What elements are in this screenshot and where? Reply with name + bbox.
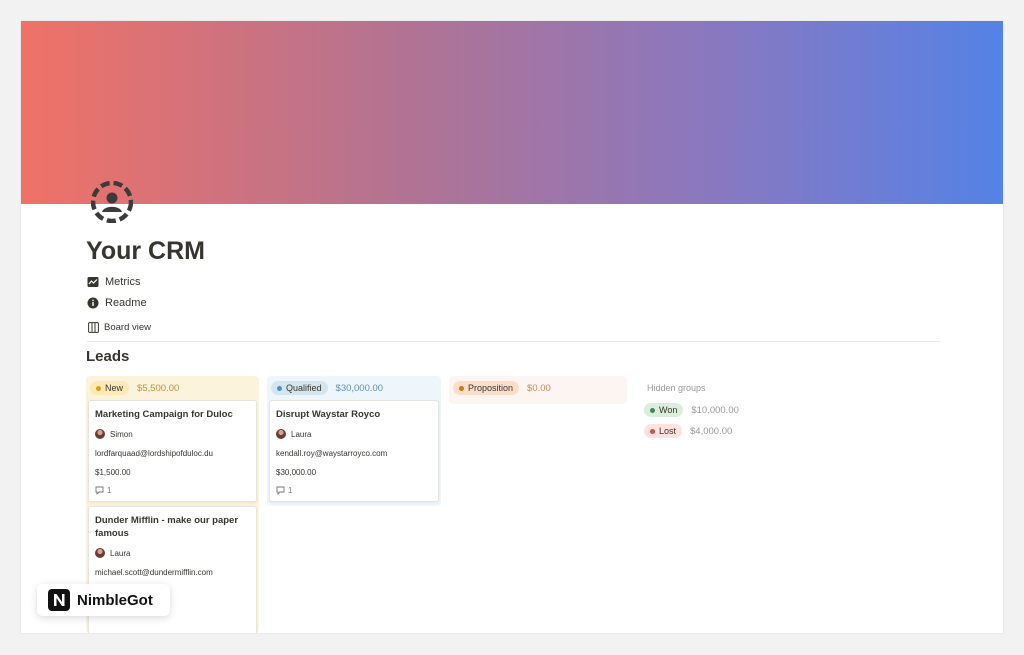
board-column-proposition: Proposition $0.00 <box>449 376 627 404</box>
card-amount: $1,500.00 <box>95 468 131 477</box>
card-title: Dunder Mifflin - make our paper famous <box>95 515 239 539</box>
status-badge: Won <box>644 403 684 417</box>
card-owner: Simon <box>95 429 250 439</box>
status-badge: Proposition <box>453 381 520 395</box>
lead-card[interactable]: Marketing Campaign for Duloc Simon lordf… <box>88 400 257 502</box>
status-dot <box>650 407 655 413</box>
brand-badge[interactable]: NimbleGot <box>37 584 170 616</box>
user-circle-icon[interactable] <box>90 180 134 224</box>
card-title: Disrupt Waystar Royco <box>276 409 381 420</box>
avatar <box>95 429 105 439</box>
hidden-group-lost[interactable]: Lost $4,000.00 <box>644 424 732 438</box>
page-title: Your CRM <box>86 237 205 265</box>
tab-label: Board view <box>104 322 151 333</box>
status-label: New <box>105 383 124 393</box>
card-email: lordfarquaad@lordshipofduloc.du <box>95 449 213 458</box>
card-amount: $30,000.00 <box>276 468 317 477</box>
lead-card[interactable]: Disrupt Waystar Royco Laura kendall.roy@… <box>269 400 439 502</box>
comment-count: 1 <box>107 486 112 495</box>
column-sum: $0.00 <box>527 382 551 394</box>
owner-name: Simon <box>110 429 133 439</box>
card-email: michael.scott@dundermifflin.com <box>95 568 213 577</box>
status-badge: New <box>90 381 130 395</box>
status-label: Qualified <box>286 383 322 393</box>
status-dot <box>459 385 464 391</box>
status-dot <box>650 428 655 434</box>
status-label: Lost <box>659 426 677 436</box>
status-dot <box>96 385 101 391</box>
link-label: Readme <box>105 297 147 309</box>
hidden-group-won[interactable]: Won $10,000.00 <box>644 403 739 417</box>
board-icon <box>88 322 99 333</box>
database-title[interactable]: Leads <box>86 348 129 365</box>
brand-name: NimbleGot <box>77 591 153 609</box>
n-logo-icon <box>48 589 70 611</box>
column-sum: $5,500.00 <box>137 382 180 394</box>
card-owner: Laura <box>95 548 250 558</box>
column-header[interactable]: Qualified $30,000.00 <box>267 376 441 400</box>
tab-board-view[interactable]: Board view <box>88 322 151 333</box>
link-metrics[interactable]: Metrics <box>87 276 140 288</box>
board-column-qualified: Qualified $30,000.00 Disrupt Waystar Roy… <box>267 376 441 506</box>
link-label: Metrics <box>105 276 141 288</box>
comment-icon <box>95 486 104 495</box>
card-comments[interactable]: 1 <box>95 486 250 495</box>
link-readme[interactable]: Readme <box>87 297 147 309</box>
divider <box>87 341 940 342</box>
owner-name: Laura <box>291 429 312 439</box>
card-email: kendall.roy@waystarroyco.com <box>276 449 388 458</box>
status-dot <box>277 385 282 391</box>
chart-icon <box>87 277 99 287</box>
column-header[interactable]: Proposition $0.00 <box>449 376 627 400</box>
card-owner: Laura <box>276 429 432 439</box>
page-frame: Your CRM Metrics Readme Board view Leads <box>21 21 1003 633</box>
column-sum: $30,000.00 <box>335 382 384 394</box>
status-label: Won <box>659 405 678 415</box>
group-sum: $10,000.00 <box>691 404 739 416</box>
group-sum: $4,000.00 <box>690 425 733 437</box>
avatar <box>95 548 105 558</box>
hidden-groups-title: Hidden groups <box>647 383 706 393</box>
card-title: Marketing Campaign for Duloc <box>95 409 233 420</box>
page-cover[interactable] <box>21 21 1003 204</box>
comment-icon <box>276 486 285 495</box>
owner-name: Laura <box>110 548 131 558</box>
info-icon <box>87 297 99 309</box>
card-comments[interactable]: 1 <box>276 486 432 495</box>
avatar <box>276 429 286 439</box>
status-label: Proposition <box>468 383 514 393</box>
column-header[interactable]: New $5,500.00 <box>86 376 259 400</box>
status-badge: Qualified <box>271 381 328 395</box>
comment-count: 1 <box>288 486 293 495</box>
status-badge: Lost <box>644 424 683 438</box>
